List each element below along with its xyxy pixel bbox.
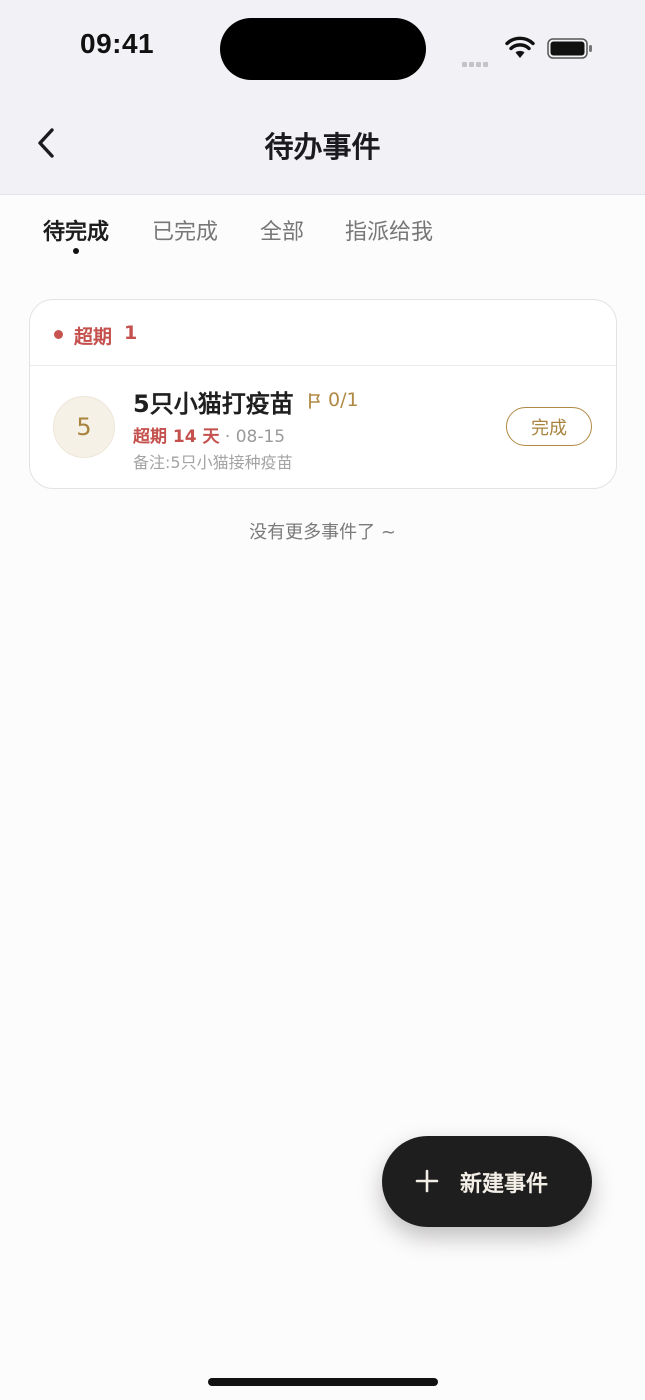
- header: 09:41 待办事件: [0, 0, 645, 195]
- event-meta: 超期 14 天 · 08-15: [133, 422, 285, 447]
- group-header: 超期 1: [30, 300, 616, 366]
- new-event-button[interactable]: 新建事件: [382, 1136, 592, 1227]
- event-note: 备注:5只小猫接种疫苗: [133, 453, 293, 472]
- avatar: 5: [53, 396, 115, 458]
- event-title: 5只小猫打疫苗: [133, 390, 294, 418]
- event-group-card: 超期 1 5 5只小猫打疫苗 0/1 超期 14 天 · 08-15 备注:5只…: [29, 299, 617, 489]
- tab-bar: 待完成 已完成 全部 指派给我: [0, 214, 645, 264]
- dynamic-island: [220, 18, 426, 80]
- progress-count: 0/1: [328, 389, 359, 411]
- overdue-days: 超期 14 天: [133, 427, 220, 447]
- plus-icon: [415, 1169, 439, 1193]
- page-title: 待办事件: [264, 130, 381, 164]
- end-of-list-text: 没有更多事件了 ~: [249, 522, 396, 543]
- new-event-label: 新建事件: [460, 1172, 549, 1197]
- overdue-dot: [54, 330, 63, 339]
- home-indicator: [208, 1378, 438, 1386]
- tab-all[interactable]: 全部: [260, 214, 304, 246]
- due-date: 08-15: [235, 427, 286, 447]
- tab-completed[interactable]: 已完成: [152, 214, 218, 246]
- active-tab-indicator: [73, 248, 79, 254]
- meta-separator: ·: [224, 427, 231, 447]
- tab-assigned-to-me[interactable]: 指派给我: [345, 214, 433, 246]
- tab-pending[interactable]: 待完成: [43, 214, 109, 246]
- battery-icon: [547, 38, 592, 59]
- wifi-icon: [505, 36, 535, 58]
- complete-button[interactable]: 完成: [506, 407, 592, 446]
- cellular-signal-icon: [462, 52, 490, 71]
- group-label: 超期: [74, 326, 113, 348]
- flag-icon: [309, 393, 320, 409]
- group-count: 1: [124, 322, 138, 344]
- status-time: 09:41: [80, 28, 155, 59]
